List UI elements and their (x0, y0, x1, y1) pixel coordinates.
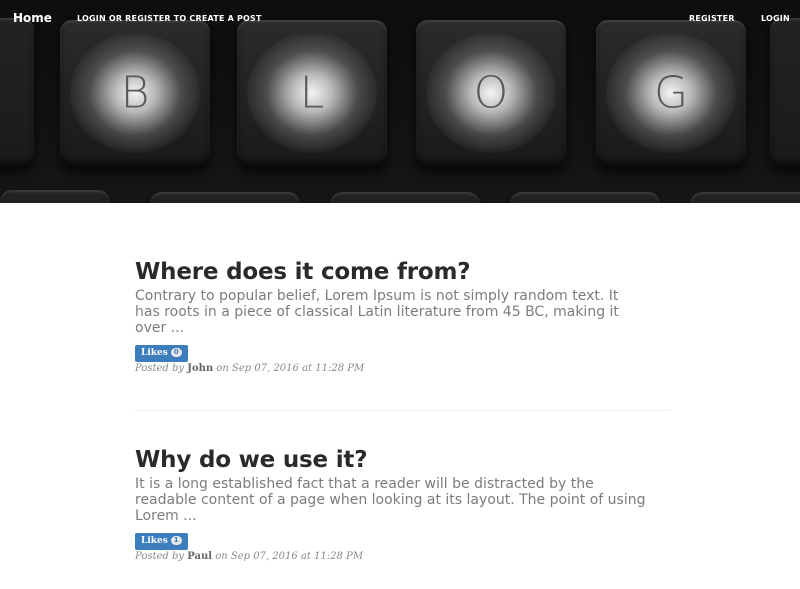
posted-by-label: Posted by (135, 551, 185, 562)
top-navigation: Home LOGIN OR REGISTER TO CREATE A POST … (0, 0, 800, 36)
hero-letter: O (473, 67, 509, 119)
hero-letter: G (653, 67, 689, 119)
post-author[interactable]: John (187, 363, 213, 374)
hero-letter: L (299, 67, 325, 119)
excerpt-line: Contrary to popular belief, Lorem Ipsum … (135, 288, 619, 304)
post-date: on Sep 07, 2016 at 11:28 PM (215, 551, 364, 562)
keyboard-key-l: L (237, 20, 387, 166)
keyboard-key (690, 192, 800, 203)
keyboard-key (330, 192, 480, 203)
post-title[interactable]: Why do we use it? (135, 447, 665, 473)
excerpt-line: Lorem ... (135, 508, 197, 524)
post-excerpt: It is a long established fact that a rea… (135, 476, 665, 524)
excerpt-line: readable content of a page when looking … (135, 492, 646, 508)
excerpt-line: has roots in a piece of classical Latin … (135, 304, 619, 320)
post-item: Where does it come from? Contrary to pop… (135, 259, 665, 374)
likes-count-badge: 1 (170, 536, 182, 545)
excerpt-line: It is a long established fact that a rea… (135, 476, 594, 492)
post-meta: Posted by Paul on Sep 07, 2016 at 11:28 … (135, 551, 665, 562)
keyboard-key-o: O (416, 20, 566, 166)
login-link[interactable]: LOGIN (761, 14, 790, 23)
post-author[interactable]: Paul (187, 551, 212, 562)
post-date: on Sep 07, 2016 at 11:28 PM (216, 363, 365, 374)
blog-hero-banner: B L O G Home LOGIN OR REGISTER TO CREATE… (0, 0, 800, 203)
post-meta: Posted by John on Sep 07, 2016 at 11:28 … (135, 363, 665, 374)
keyboard-key (0, 190, 110, 203)
login-or-register-link[interactable]: LOGIN OR REGISTER TO CREATE A POST (77, 14, 262, 23)
keyboard-key (510, 192, 660, 203)
likes-button[interactable]: Likes 1 (135, 533, 188, 550)
post-divider (135, 410, 670, 411)
keyboard-key-g: G (596, 20, 746, 166)
home-link[interactable]: Home (13, 11, 52, 25)
keyboard-key (150, 192, 300, 203)
post-title[interactable]: Where does it come from? (135, 259, 665, 285)
keyboard-key (770, 18, 800, 166)
post-excerpt: Contrary to popular belief, Lorem Ipsum … (135, 288, 665, 336)
keyboard-key (0, 18, 34, 166)
register-link[interactable]: REGISTER (689, 14, 735, 23)
excerpt-line: over ... (135, 320, 185, 336)
likes-count-badge: 0 (170, 348, 182, 357)
likes-label: Likes (141, 348, 168, 358)
likes-button[interactable]: Likes 0 (135, 345, 188, 362)
keyboard-key-b: B (60, 20, 210, 166)
post-item: Why do we use it? It is a long establish… (135, 447, 665, 562)
posted-by-label: Posted by (135, 363, 185, 374)
hero-letter: B (120, 67, 150, 119)
likes-label: Likes (141, 536, 168, 546)
